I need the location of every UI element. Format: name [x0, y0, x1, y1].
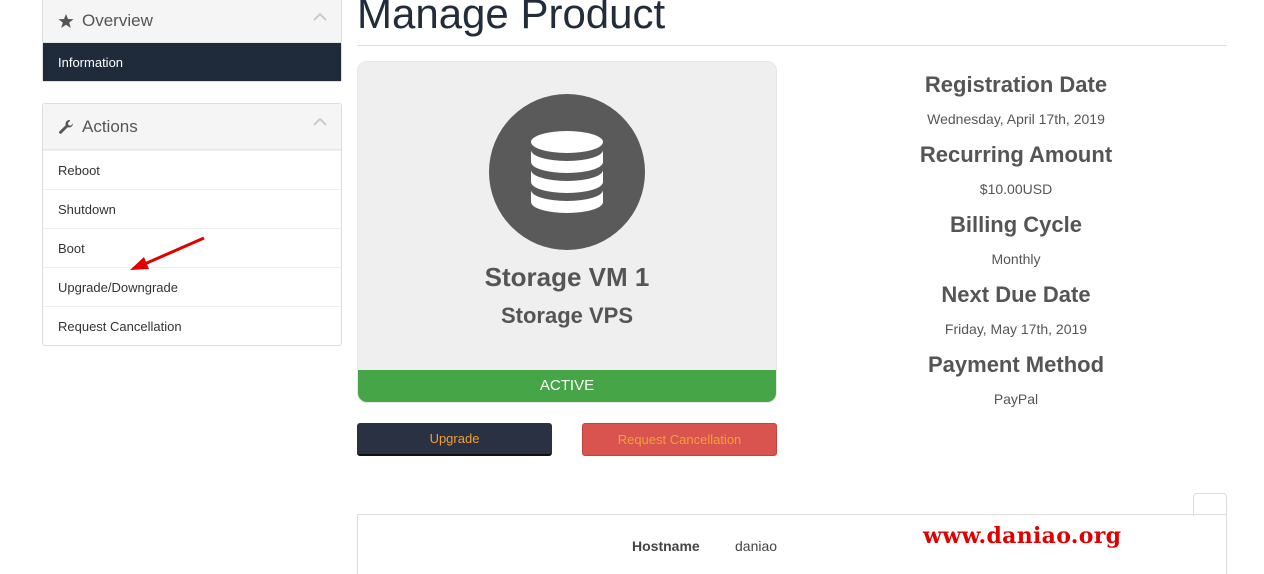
chevron-up-icon[interactable] — [313, 12, 327, 22]
annotation-arrow-icon — [130, 236, 205, 270]
panel-tab[interactable] — [1193, 493, 1227, 516]
registration-date-value: Wednesday, April 17th, 2019 — [927, 111, 1105, 127]
sidebar-item-label: Shutdown — [58, 201, 116, 217]
actions-title: Actions — [82, 116, 138, 136]
status-badge: ACTIVE — [358, 370, 776, 402]
sidebar-item-information[interactable]: Information — [43, 43, 341, 81]
next-due-date-value: Friday, May 17th, 2019 — [944, 321, 1088, 337]
database-icon — [531, 131, 603, 213]
sidebar-item-label: Reboot — [58, 162, 100, 178]
overview-title: Overview — [82, 10, 153, 30]
billing-cycle-value: Monthly — [991, 251, 1041, 267]
actions-panel-header[interactable]: Actions — [43, 104, 341, 150]
chevron-up-icon[interactable] — [313, 117, 327, 127]
overview-panel: Overview Information — [42, 0, 342, 82]
product-group: Storage VPS — [500, 303, 634, 328]
next-due-date-label: Next Due Date — [941, 282, 1091, 307]
sidebar-item-label: Boot — [58, 240, 85, 256]
sidebar-item-label: Upgrade/Downgrade — [58, 279, 178, 295]
request-cancellation-button[interactable]: Request Cancellation — [582, 423, 777, 456]
payment-method-label: Payment Method — [927, 352, 1105, 377]
sidebar-item-label: Information — [58, 54, 124, 70]
recurring-amount-label: Recurring Amount — [919, 142, 1113, 167]
registration-date-label: Registration Date — [924, 72, 1108, 97]
sidebar-item-reboot[interactable]: Reboot — [43, 150, 341, 189]
page-title: Manage Product — [357, 0, 666, 37]
payment-method-value: PayPal — [993, 391, 1039, 407]
hostname-label: Hostname — [632, 538, 700, 554]
overview-panel-header[interactable]: Overview — [43, 0, 341, 43]
sidebar-item-label: Request Cancellation — [58, 318, 182, 334]
billing-cycle-label: Billing Cycle — [949, 212, 1083, 237]
product-details: Registration Date Wednesday, April 17th,… — [806, 70, 1226, 420]
product-icon-circle — [489, 94, 645, 250]
recurring-amount-value: $10.00USD — [979, 181, 1053, 197]
actions-panel: Actions Reboot Shutdown Boot Upgrade/Dow… — [42, 103, 342, 346]
hostname-value: daniao — [735, 538, 778, 554]
upgrade-button[interactable]: Upgrade — [357, 423, 552, 456]
sidebar-item-request-cancellation[interactable]: Request Cancellation — [43, 306, 341, 345]
title-divider — [357, 45, 1227, 46]
product-name: Storage VM 1 — [484, 262, 650, 292]
star-icon — [58, 13, 74, 29]
product-card: Storage VM 1 Storage VPS ACTIVE — [357, 61, 777, 403]
sidebar-item-shutdown[interactable]: Shutdown — [43, 189, 341, 228]
wrench-icon — [58, 119, 74, 135]
watermark: www.daniao.org — [923, 523, 1122, 549]
